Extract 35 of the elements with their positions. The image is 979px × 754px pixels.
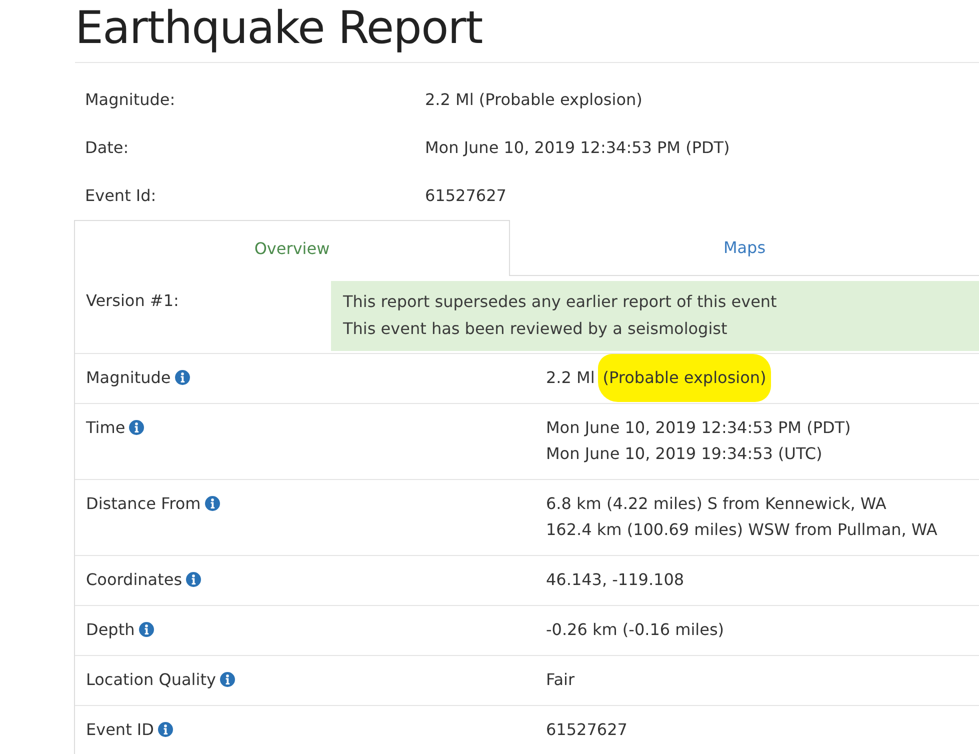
detail-label: Time <box>86 418 126 437</box>
highlighted-text: (Probable explosion) <box>598 354 772 402</box>
info-icon[interactable] <box>220 672 235 687</box>
info-icon[interactable] <box>158 722 173 737</box>
summary-value: 61527627 <box>425 185 506 207</box>
notice-text: This report supersedes any earlier report of this event <box>343 291 777 313</box>
detail-value: -0.26 km (-0.16 miles) <box>546 619 724 641</box>
summary-label: Event Id: <box>85 185 156 207</box>
detail-label: Version #1: <box>86 291 179 310</box>
info-icon[interactable] <box>174 370 190 385</box>
info-icon[interactable] <box>129 420 144 435</box>
detail-label: Event ID <box>86 720 154 739</box>
detail-label: Magnitude <box>86 368 171 387</box>
summary-label: Date: <box>85 137 129 159</box>
detail-value: Mon June 10, 2019 12:34:53 PM (PDT) <box>546 417 851 439</box>
tab[interactable]: Overview <box>74 220 510 276</box>
detail-value: Mon June 10, 2019 19:34:53 (UTC) <box>546 443 822 465</box>
notice-text: This event has been reviewed by a seismologist <box>343 318 728 340</box>
info-icon[interactable] <box>204 496 220 511</box>
detail-label: Coordinates <box>86 570 182 589</box>
detail-value: 46.143, -119.108 <box>546 569 684 591</box>
detail-value: 162.4 km (100.69 miles) WSW from Pullman, WA <box>546 519 938 541</box>
detail-value: 6.8 km (4.22 miles) S from Kennewick, WA <box>546 493 886 515</box>
summary-value: 2.2 Ml (Probable explosion) <box>425 89 642 111</box>
info-icon[interactable] <box>186 572 202 587</box>
detail-value: 61527627 <box>546 719 628 741</box>
detail-label: Depth <box>86 620 135 639</box>
detail-value: Fair <box>546 669 575 691</box>
page-title: Earthquake Report <box>75 0 482 56</box>
info-icon[interactable] <box>138 622 154 637</box>
detail-label: Distance From <box>86 494 201 513</box>
detail-label: Location Quality <box>86 670 216 689</box>
summary-label: Magnitude: <box>85 89 176 111</box>
summary-value: Mon June 10, 2019 12:34:53 PM (PDT) <box>425 137 730 159</box>
detail-value: 2.2 Ml <box>546 368 595 387</box>
